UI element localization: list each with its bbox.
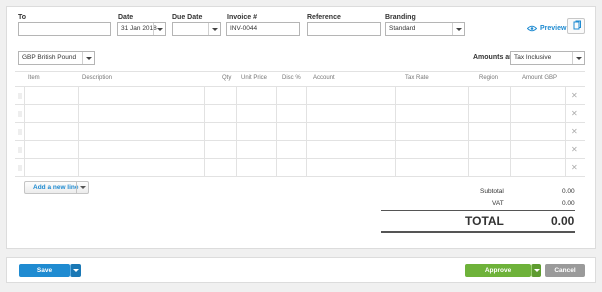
table-row[interactable] — [15, 141, 585, 159]
remove-row-icon[interactable]: ✕ — [571, 164, 578, 172]
eye-icon — [527, 25, 537, 31]
drag-handle-icon[interactable] — [18, 93, 22, 99]
header-disc: Disc % — [282, 75, 301, 81]
remove-row-icon[interactable]: ✕ — [571, 128, 578, 136]
preview-link[interactable]: Preview — [527, 22, 566, 34]
subtotal-value: 0.00 — [562, 188, 575, 195]
remove-row-icon[interactable]: ✕ — [571, 146, 578, 154]
total-label: TOTAL — [465, 214, 504, 228]
to-field[interactable] — [18, 22, 111, 36]
table-row[interactable] — [15, 123, 585, 141]
totals-divider — [381, 210, 575, 211]
date-field[interactable]: 31 Jan 2018 — [117, 22, 166, 36]
header-item: Item — [28, 75, 40, 81]
currency-value: GBP British Pound — [22, 54, 77, 61]
invoice-number-field[interactable]: INV-0044 — [226, 22, 300, 36]
cancel-button[interactable]: Cancel — [545, 264, 585, 277]
add-line-label: Add a new line — [33, 184, 79, 191]
chevron-down-icon — [534, 269, 540, 272]
table-row[interactable] — [15, 159, 585, 177]
table-row[interactable] — [15, 87, 585, 105]
total-double-rule — [381, 231, 575, 233]
chevron-down-icon — [73, 269, 79, 272]
header-unit-price: Unit Price — [241, 75, 268, 81]
vat-value: 0.00 — [562, 200, 575, 207]
drag-handle-icon[interactable] — [18, 129, 22, 135]
due-date-field[interactable] — [172, 22, 221, 36]
calendar-dropdown-icon[interactable] — [208, 23, 220, 35]
branding-label: Branding — [385, 14, 416, 21]
date-label: Date — [118, 14, 134, 21]
add-line-button[interactable]: Add a new line — [24, 181, 89, 194]
branding-select[interactable]: Standard — [385, 22, 465, 36]
copy-icon — [573, 20, 581, 30]
table-top-border — [15, 71, 585, 72]
reference-field[interactable] — [307, 22, 381, 36]
chevron-down-icon[interactable] — [76, 182, 88, 193]
subtotal-label: Subtotal — [480, 188, 504, 195]
due-date-label: Due Date — [172, 14, 203, 21]
chevron-down-icon[interactable] — [82, 52, 94, 64]
save-options-button[interactable] — [70, 264, 81, 277]
vat-label: VAT — [492, 200, 504, 207]
copy-button[interactable] — [567, 18, 585, 34]
header-account: Account — [313, 75, 335, 81]
date-value: 31 Jan 2018 — [121, 25, 157, 32]
amounts-select[interactable]: Tax Inclusive — [510, 51, 585, 65]
drag-handle-icon[interactable] — [18, 147, 22, 153]
header-description: Description — [82, 75, 113, 81]
table-row[interactable] — [15, 105, 585, 123]
header-tax-rate: Tax Rate — [405, 75, 429, 81]
drag-handle-icon[interactable] — [18, 165, 22, 171]
save-button[interactable]: Save — [19, 264, 70, 277]
chevron-down-icon[interactable] — [572, 52, 584, 64]
preview-label: Preview — [540, 24, 567, 32]
row-divider — [15, 176, 585, 177]
reference-label: Reference — [307, 14, 341, 21]
remove-row-icon[interactable]: ✕ — [571, 110, 578, 118]
amounts-value: Tax Inclusive — [514, 54, 552, 61]
header-qty: Qty — [222, 75, 232, 81]
header-region: Region — [479, 75, 499, 81]
branding-value: Standard — [389, 25, 416, 32]
currency-select[interactable]: GBP British Pound — [18, 51, 95, 65]
approve-options-button[interactable] — [531, 264, 541, 277]
approve-button[interactable]: Approve — [465, 264, 531, 277]
header-amount: Amount GBP — [522, 75, 558, 81]
calendar-dropdown-icon[interactable] — [153, 23, 165, 35]
chevron-down-icon[interactable] — [452, 23, 464, 35]
total-value: 0.00 — [551, 214, 575, 228]
to-label: To — [18, 14, 27, 21]
invoice-number-label: Invoice # — [227, 14, 257, 21]
drag-handle-icon[interactable] — [18, 111, 22, 117]
remove-row-icon[interactable]: ✕ — [571, 92, 578, 100]
